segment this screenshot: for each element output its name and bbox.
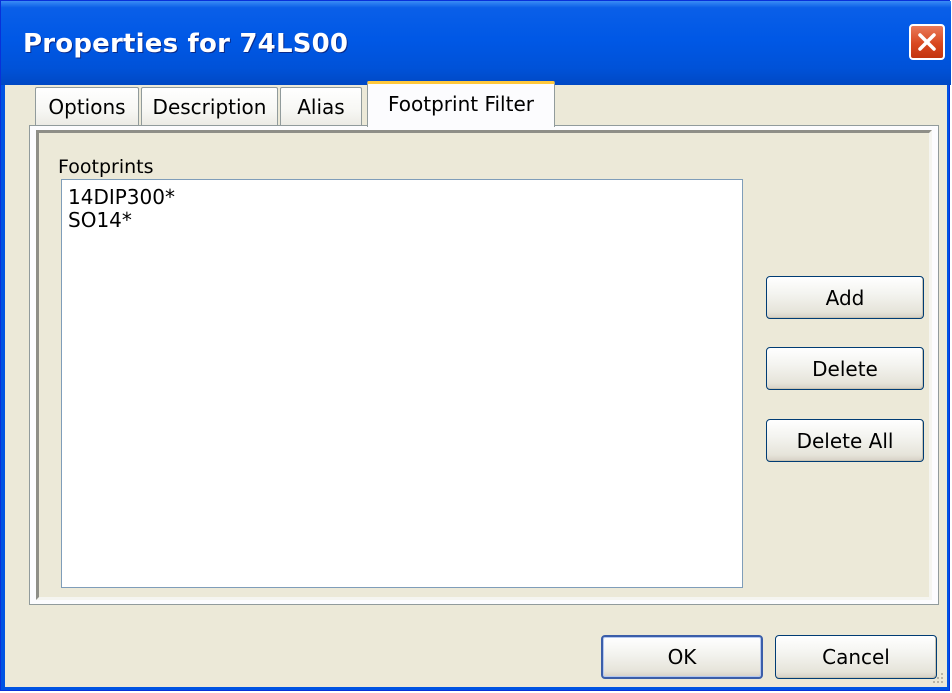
footprint-filter-panel: Footprints 14DIP300* SO14* Add Delete De…: [29, 125, 939, 605]
dialog-client-area: Options Description Alias Footprint Filt…: [5, 81, 947, 687]
delete-all-button[interactable]: Delete All: [766, 419, 924, 462]
tab-description[interactable]: Description: [141, 87, 278, 125]
ok-button-label: OK: [667, 645, 697, 669]
list-item[interactable]: SO14*: [62, 209, 742, 232]
close-icon: [918, 33, 936, 51]
cancel-button-label: Cancel: [822, 645, 890, 669]
tab-label: Footprint Filter: [388, 91, 534, 116]
ok-button[interactable]: OK: [601, 635, 763, 679]
properties-dialog: Properties for 74LS00 Options Descriptio…: [0, 0, 951, 691]
tab-footprint-filter[interactable]: Footprint Filter: [367, 81, 555, 127]
cancel-button[interactable]: Cancel: [775, 635, 937, 679]
delete-button[interactable]: Delete: [766, 347, 924, 390]
tab-alias[interactable]: Alias: [280, 87, 362, 125]
add-button[interactable]: Add: [766, 276, 924, 319]
delete-button-label: Delete: [812, 356, 878, 381]
close-button[interactable]: [909, 24, 945, 60]
tab-label: Description: [152, 94, 267, 119]
tab-options[interactable]: Options: [35, 87, 139, 125]
footprints-label: Footprints: [58, 156, 154, 178]
title-bar[interactable]: Properties for 74LS00: [1, 1, 951, 85]
add-button-label: Add: [825, 285, 865, 310]
footprint-filter-group: Footprints 14DIP300* SO14* Add Delete De…: [36, 130, 932, 600]
tab-label: Options: [48, 94, 126, 119]
list-item[interactable]: 14DIP300*: [62, 186, 742, 209]
footprints-list[interactable]: 14DIP300* SO14*: [61, 179, 743, 588]
window-title: Properties for 74LS00: [23, 29, 349, 59]
delete-all-button-label: Delete All: [796, 428, 894, 453]
tab-label: Alias: [297, 94, 345, 119]
resize-grip-icon[interactable]: [931, 671, 945, 685]
